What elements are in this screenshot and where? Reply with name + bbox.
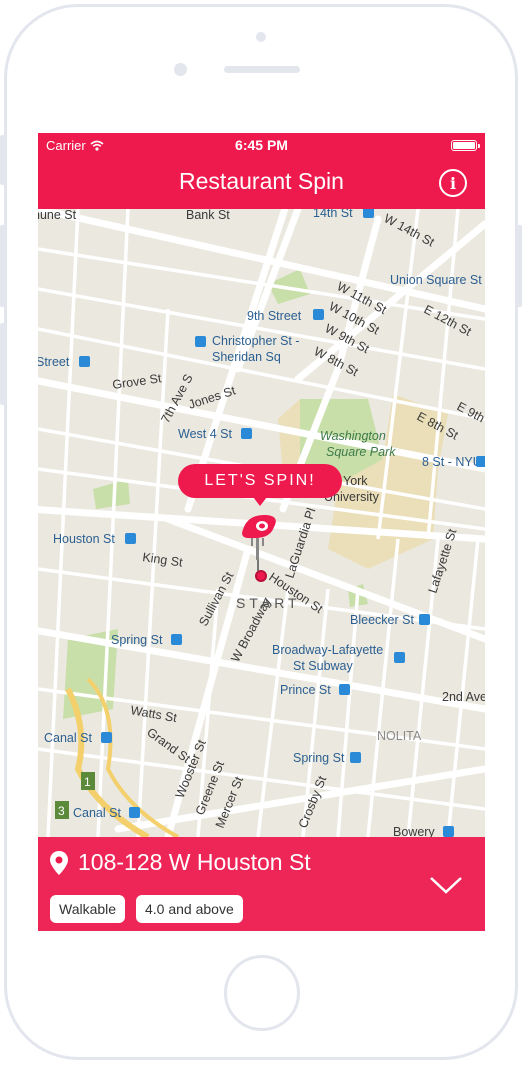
street-label: Union Square St [390,273,482,287]
station-label: Spring St [111,633,163,647]
station-label: Prince St [280,683,331,697]
volume-down-button [0,323,6,405]
status-bar: Carrier 6:45 PM [38,133,485,157]
filter-chip-walkable[interactable]: Walkable [50,895,126,923]
app-screen: Carrier 6:45 PM Restaurant Spin i 1 3 un… [38,133,485,931]
home-button[interactable] [224,955,300,1031]
station-label: Canal St [73,806,121,820]
station-label: Broadway-Lafayette [272,643,383,657]
station-label: St Subway [293,659,354,673]
battery-icon [451,140,480,151]
street-label: 2nd Ave [442,690,485,704]
address-label: 108-128 W Houston St [78,849,311,875]
station-label: Street [38,355,70,369]
station-label: Christopher St - [212,334,300,348]
station-label: Sheridan Sq [212,350,281,364]
spin-button[interactable]: LET'S SPIN! [178,464,342,506]
silent-switch [0,135,6,185]
power-button [516,225,522,307]
page-title: Restaurant Spin [179,168,344,194]
station-label: 8 St - NYU [422,455,482,469]
map-view[interactable]: 1 3 hune St Bank St 14th St W 14th St Un… [38,209,485,837]
station-label: 9th Street [247,309,302,323]
park-label: Square Park [326,445,396,459]
station-label: Houston St [53,532,115,546]
route-shield-label: 1 [84,775,91,789]
nav-bar: Restaurant Spin i [38,157,485,209]
location-pin [255,570,267,582]
chevron-down-icon[interactable] [429,875,463,895]
address-row: 108-128 W Houston St [50,849,311,876]
place-label: NOLITA [377,729,422,743]
filter-chip-rating[interactable]: 4.0 and above [136,895,243,923]
street-label: Bowery [393,825,435,837]
route-shield-label: 3 [58,804,65,818]
location-panel: 108-128 W Houston St Walkable 4.0 and ab… [38,837,485,931]
station-label: Canal St [44,731,92,745]
start-label: START [236,595,301,611]
street-label: 14th St [313,209,353,220]
earpiece-speaker [224,66,300,73]
status-time: 6:45 PM [235,137,288,153]
park-label: Washington [320,429,386,443]
street-label: hune St [38,209,77,222]
street-label: Bank St [186,209,230,222]
station-label: Spring St [293,751,345,765]
location-pin-icon [50,850,68,875]
place-label: York [343,474,368,488]
station-label: West 4 St [178,427,232,441]
info-icon[interactable]: i [439,169,467,197]
volume-up-button [0,225,6,307]
proximity-sensor [174,63,187,76]
front-camera [256,32,266,42]
station-label: Bleecker St [350,613,414,627]
